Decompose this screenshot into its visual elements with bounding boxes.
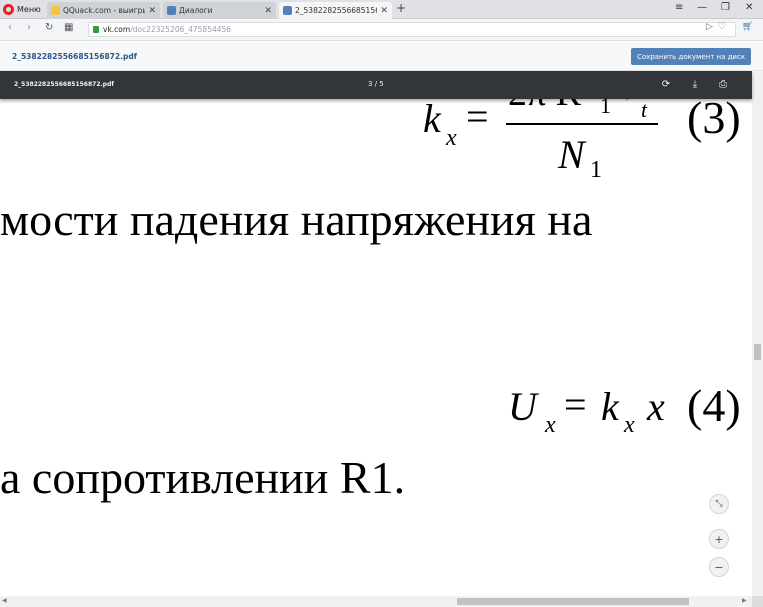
fit-page-icon: ⤡ [715, 499, 723, 509]
scroll-right-arrow-icon[interactable]: ▶ [742, 597, 747, 604]
opera-logo-icon [3, 4, 14, 15]
page-total: 5 [379, 80, 384, 88]
download-icon[interactable]: ⤓ [688, 77, 702, 91]
bookmark-heart-icon[interactable]: ♡ [718, 22, 726, 32]
vertical-scrollbar[interactable] [752, 71, 763, 596]
back-icon[interactable]: ‹ [8, 22, 12, 33]
minimize-icon[interactable]: — [697, 2, 707, 13]
vk-doc-filename[interactable]: 2_5382282556685156872.pdf [12, 52, 137, 61]
speed-dial-icon[interactable]: ▦ [64, 22, 73, 33]
vk-favicon-icon [283, 6, 292, 15]
qquack-favicon-icon [51, 6, 60, 15]
vertical-scroll-thumb[interactable] [754, 344, 761, 360]
scrollbar-corner [752, 596, 763, 607]
pdf-page-view: k x = 2π R 1 · t N 1 (3) мости падения н… [0, 99, 752, 596]
body-text-line-1: мости падения напряжения на [0, 194, 593, 245]
vk-doc-header: 2_5382282556685156872.pdf Сохранить доку… [0, 42, 763, 71]
page-separator: / [374, 80, 378, 88]
tab-qquack[interactable]: QQuack.com - выигрывай ✕ [47, 2, 160, 19]
fraction-bar [506, 123, 658, 125]
tab-menu-icon[interactable]: ≡ [675, 2, 683, 13]
zoom-out-button[interactable]: − [709, 557, 729, 577]
horizontal-scroll-thumb[interactable] [457, 598, 689, 605]
menu-label: Меню [17, 5, 41, 14]
save-to-disk-button[interactable]: Сохранить документ на диск [631, 48, 751, 65]
url-field[interactable]: vk.com/doc22325206_475854456 [88, 22, 736, 37]
maximize-icon[interactable]: ❐ [721, 2, 730, 13]
secure-lock-icon [93, 26, 99, 33]
pdf-page-indicator: 3 / 5 [368, 80, 384, 88]
close-tab-icon[interactable]: ✕ [264, 6, 272, 16]
new-tab-button[interactable]: + [396, 1, 406, 15]
rotate-icon[interactable]: ⟳ [659, 77, 673, 91]
scroll-left-arrow-icon[interactable]: ◀ [2, 597, 7, 604]
tab-dialogs[interactable]: Диалоги ✕ [163, 2, 276, 19]
page-current[interactable]: 3 [368, 80, 372, 88]
close-window-icon[interactable]: ✕ [745, 2, 753, 13]
send-page-icon[interactable]: ▷ [706, 22, 713, 32]
opera-menu-button[interactable]: Меню [3, 1, 41, 18]
vk-favicon-icon [167, 6, 176, 15]
tab-document[interactable]: 2_5382282556685156872. ✕ [279, 2, 392, 19]
browser-tab-strip: Меню QQuack.com - выигрывай ✕ Диалоги ✕ … [0, 0, 763, 19]
close-tab-icon[interactable]: ✕ [380, 6, 388, 16]
zoom-in-button[interactable]: + [709, 529, 729, 549]
forward-icon[interactable]: › [27, 22, 31, 33]
close-tab-icon[interactable]: ✕ [148, 6, 156, 16]
reload-icon[interactable]: ↻ [45, 22, 53, 33]
fit-page-button[interactable]: ⤡ [709, 494, 729, 514]
cart-icon[interactable]: 🛒︎ [742, 22, 753, 32]
print-icon[interactable]: ⎙ [716, 77, 730, 91]
address-bar-row: ‹ › ↻ ▦ vk.com/doc22325206_475854456 ▷ ♡… [0, 19, 763, 41]
pdf-toolbar: 2_5382282556685156872.pdf 3 / 5 ⟳ ⤓ ⎙ [0, 71, 752, 99]
body-text-line-2: а сопротивлении R1. [0, 452, 406, 503]
pdf-filename: 2_5382282556685156872.pdf [14, 81, 114, 88]
